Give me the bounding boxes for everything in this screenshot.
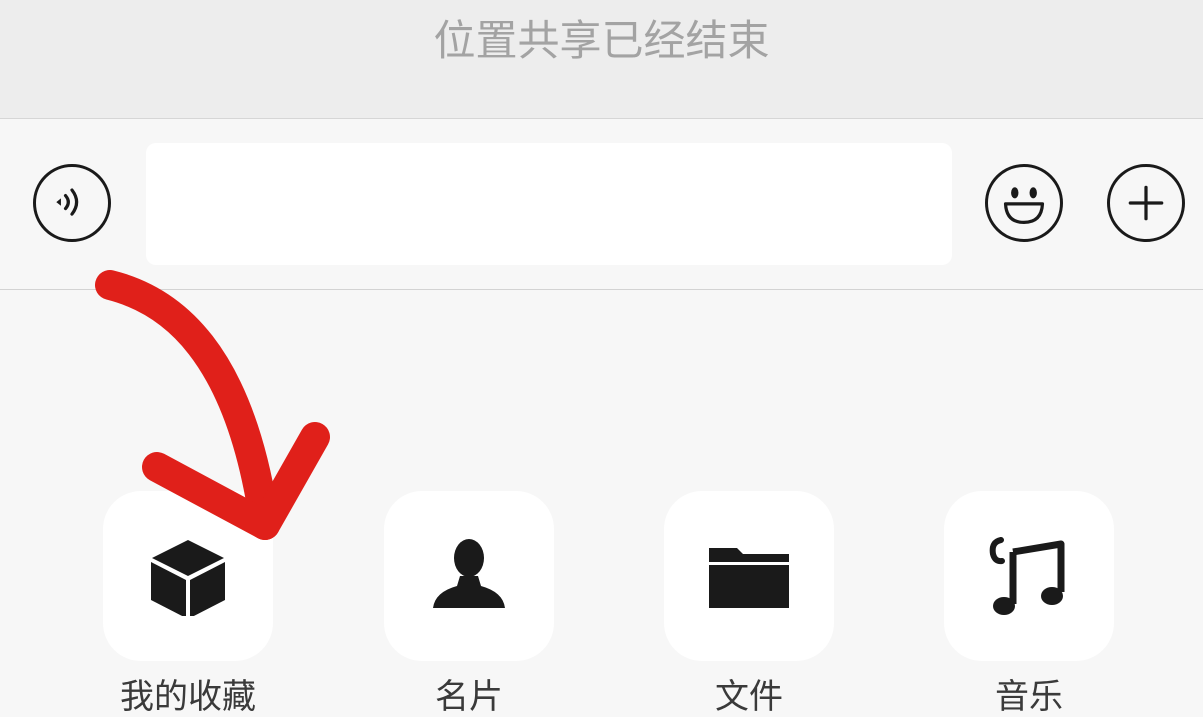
voice-input-icon bbox=[56, 188, 79, 216]
more-functions-button[interactable] bbox=[1107, 164, 1185, 242]
chat-input-bar bbox=[0, 119, 1203, 290]
location-sharing-ended-text: 位置共享已经结束 bbox=[433, 16, 770, 65]
emoji-button[interactable] bbox=[985, 164, 1063, 242]
folder-icon bbox=[709, 548, 789, 608]
music-label: 音乐 bbox=[995, 677, 1063, 717]
voice-input-button[interactable] bbox=[33, 164, 111, 242]
file-tile[interactable] bbox=[664, 491, 834, 661]
smiley-face-icon bbox=[1003, 187, 1045, 224]
more-functions-panel: 我的收藏 名片 文件 音乐 bbox=[0, 290, 1203, 717]
favorites-tile[interactable] bbox=[103, 491, 273, 661]
system-message-bar: 位置共享已经结束 bbox=[0, 0, 1203, 119]
business-card-tile[interactable] bbox=[384, 491, 554, 661]
plus-icon bbox=[1128, 185, 1164, 221]
music-note-icon bbox=[989, 537, 1065, 615]
person-icon bbox=[433, 539, 505, 608]
music-tile[interactable] bbox=[944, 491, 1114, 661]
business-card-label: 名片 bbox=[435, 677, 503, 717]
message-input[interactable] bbox=[146, 143, 952, 265]
favorites-label: 我的收藏 bbox=[120, 677, 256, 717]
file-label: 文件 bbox=[715, 677, 783, 717]
cube-icon bbox=[151, 540, 225, 616]
